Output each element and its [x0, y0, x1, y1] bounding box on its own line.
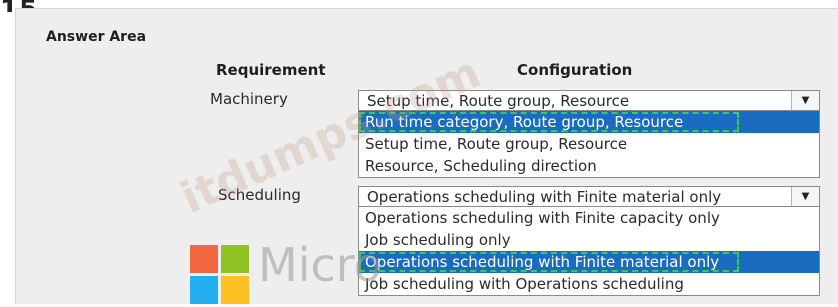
- requirement-machinery-label: Machinery: [210, 90, 288, 108]
- configuration-header: Configuration: [517, 61, 633, 79]
- scheduling-option[interactable]: Job scheduling only: [359, 229, 819, 251]
- scheduling-selected-value: Operations scheduling with Finite materi…: [367, 188, 722, 206]
- microsoft-logo-icon: [190, 245, 252, 307]
- scheduling-configuration-dropdown[interactable]: Operations scheduling with Finite materi…: [358, 186, 820, 296]
- answer-area-title: Answer Area: [46, 29, 147, 45]
- watermark-brand-text: Micro: [258, 238, 382, 292]
- scheduling-option[interactable]: Job scheduling with Operations schedulin…: [359, 273, 819, 295]
- scheduling-option[interactable]: Operations scheduling with Finite materi…: [359, 251, 819, 273]
- scheduling-dropdown-selected[interactable]: Operations scheduling with Finite materi…: [359, 187, 819, 207]
- chevron-down-icon[interactable]: ▼: [791, 187, 819, 206]
- machinery-option[interactable]: Setup time, Route group, Resource: [359, 133, 819, 155]
- chevron-down-icon[interactable]: ▼: [791, 91, 819, 110]
- machinery-option[interactable]: Resource, Scheduling direction: [359, 155, 819, 177]
- requirement-header: Requirement: [216, 61, 326, 79]
- scheduling-option[interactable]: Operations scheduling with Finite capaci…: [359, 207, 819, 229]
